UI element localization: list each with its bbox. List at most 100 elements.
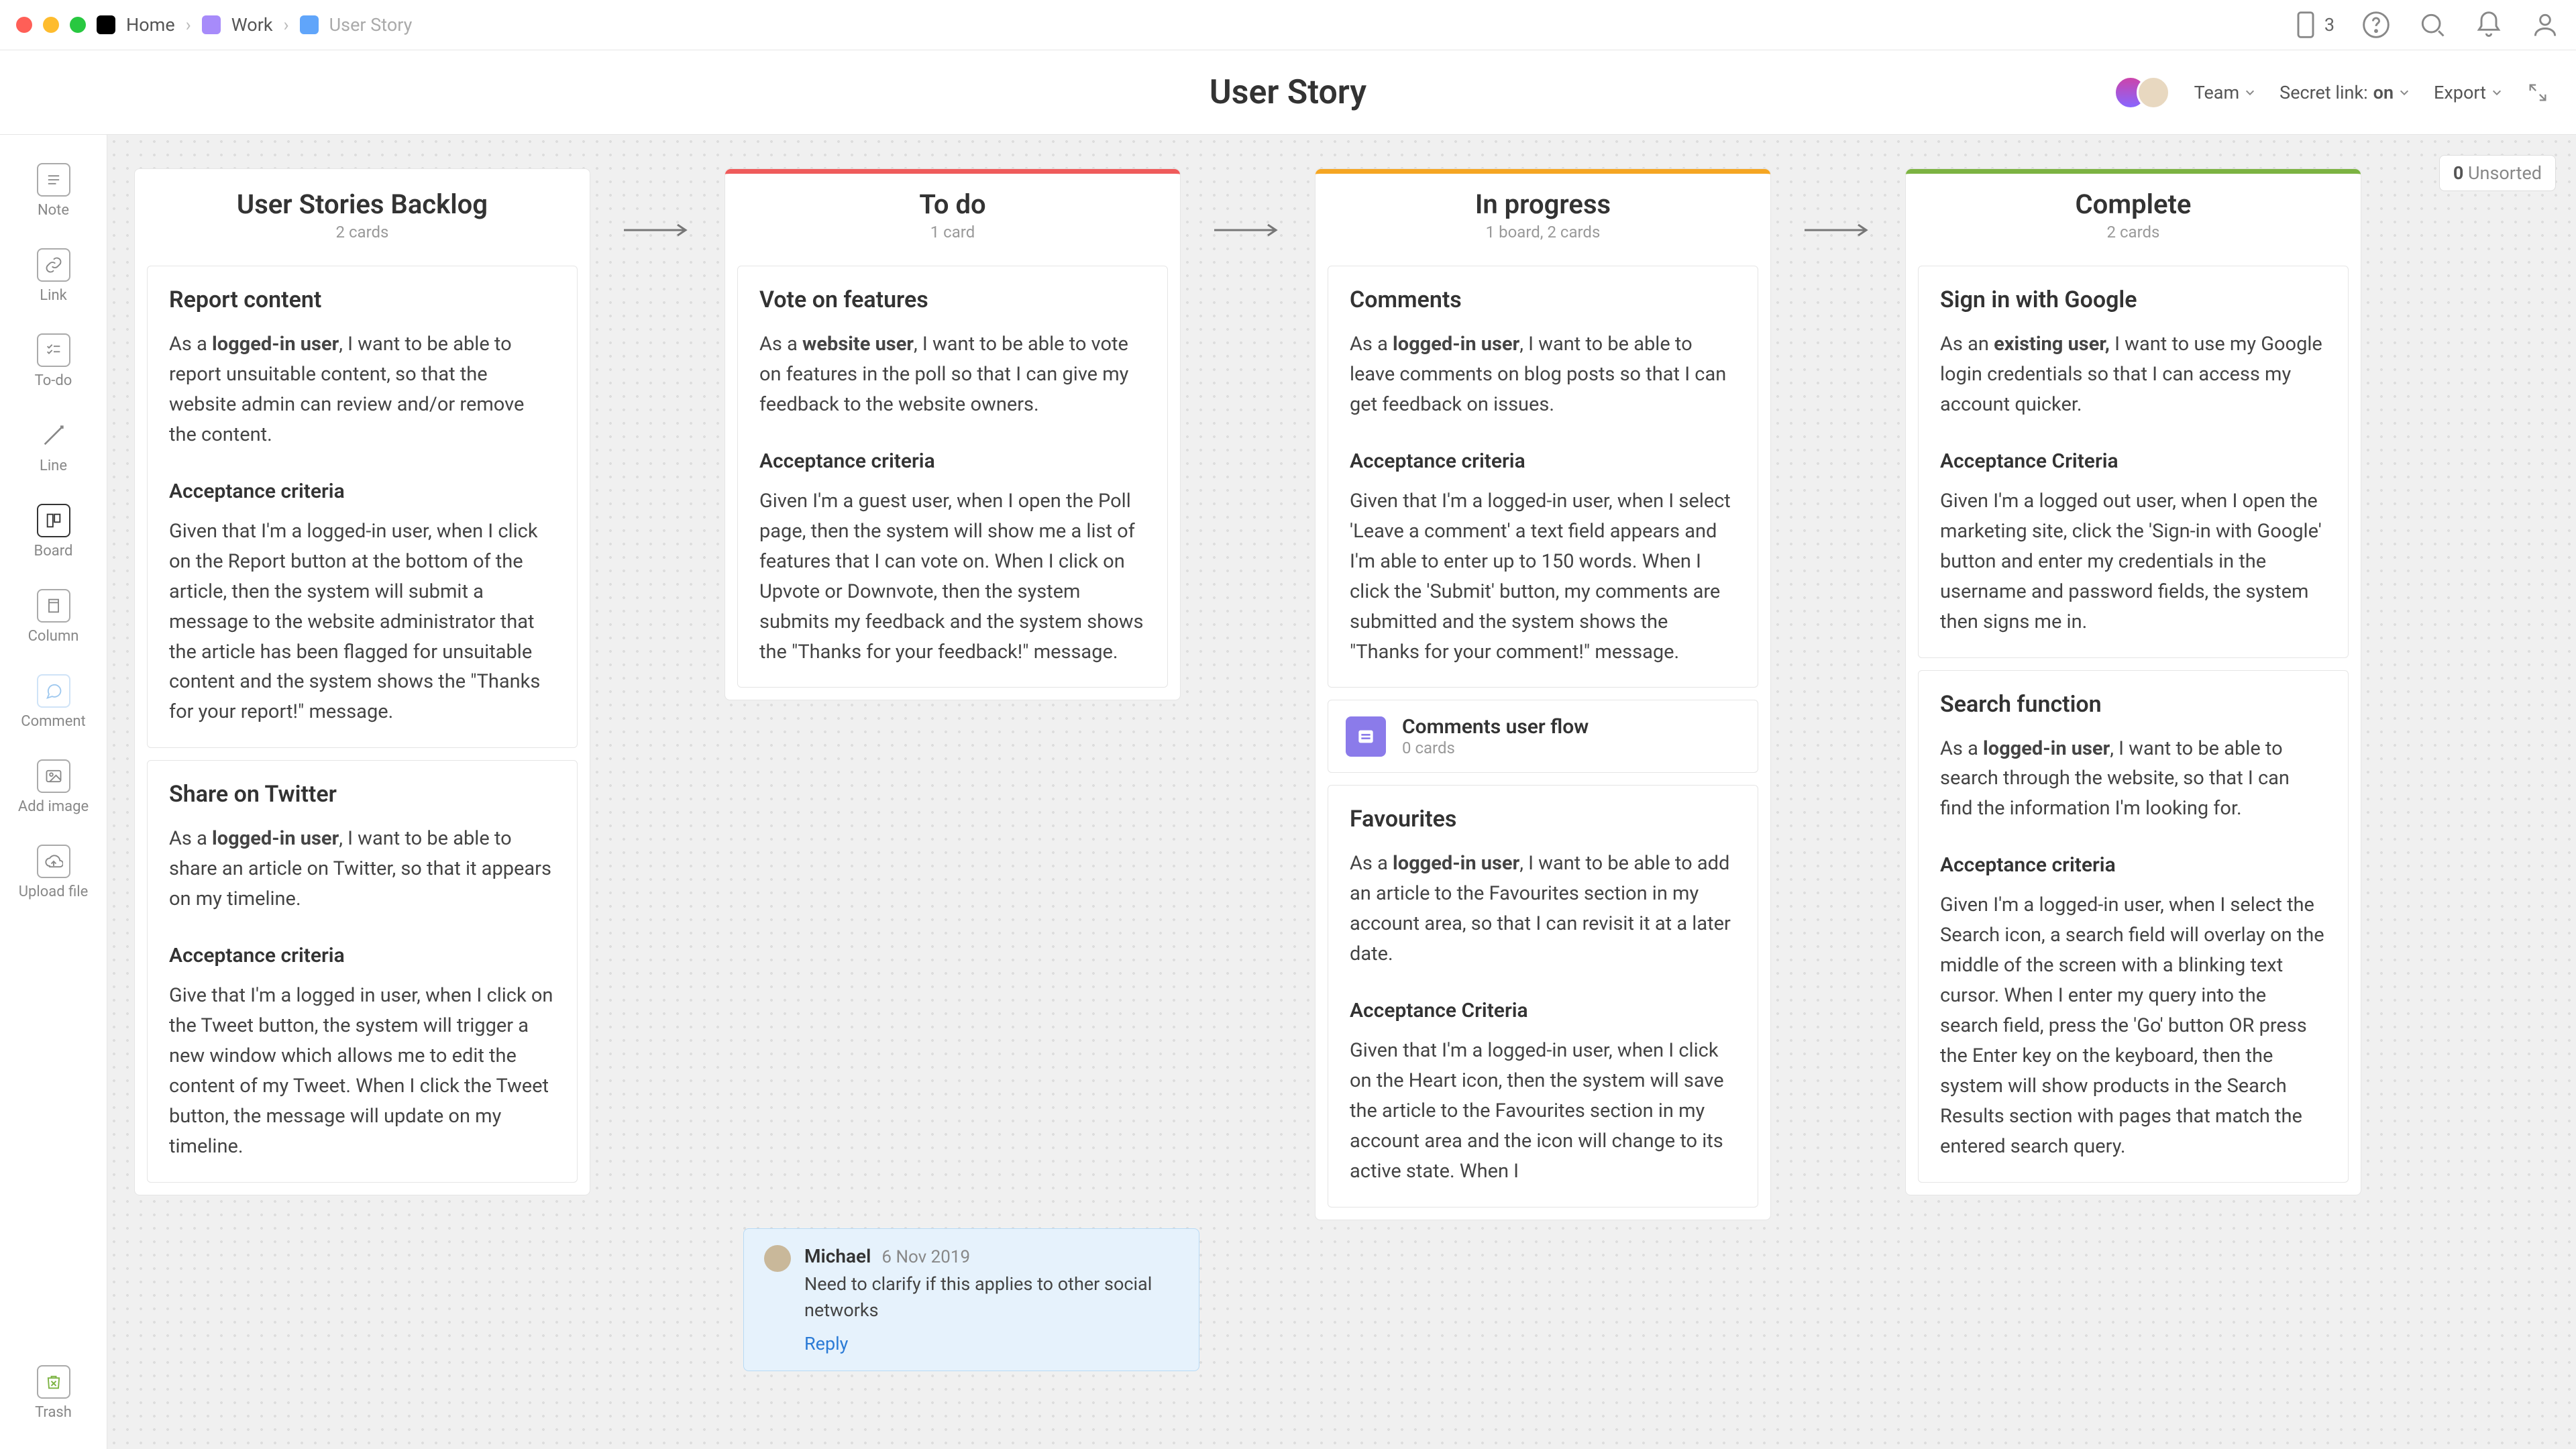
traffic-lights [16,17,86,33]
acceptance-text: Given I'm a logged out user, when I open… [1940,486,2326,637]
tool-board[interactable]: Board [0,496,107,568]
tool-label: Column [28,628,79,645]
tool-label: Upload file [19,883,89,900]
story-card[interactable]: CommentsAs a logged-in user, I want to b… [1328,266,1758,688]
crumb-current: User Story [329,14,413,36]
column-card-count: 1 card [725,223,1180,254]
tool-todo[interactable]: To-do [0,325,107,397]
search-icon[interactable] [2418,10,2447,40]
story-card[interactable]: Vote on featuresAs a website user, I wan… [737,266,1168,688]
devices-button[interactable]: 3 [2291,10,2334,40]
bell-icon[interactable] [2474,10,2504,40]
todo-icon [37,333,70,367]
tool-column[interactable]: Column [0,581,107,653]
secret-link-value: on [2373,82,2394,103]
story-card[interactable]: Share on Twitter As a logged-in user, I w… [147,760,578,1182]
unsorted-badge[interactable]: 0 Unsorted [2439,155,2556,191]
board-canvas[interactable]: 0 Unsorted User Stories Backlog2 cardsRe… [107,135,2576,1449]
nested-title: Comments user flow [1402,715,1589,739]
comment-text: Need to clarify if this applies to other… [804,1271,1179,1324]
minimize-window-icon[interactable] [43,17,59,33]
avatar [2137,76,2170,109]
help-icon[interactable] [2361,10,2391,40]
board-icon[interactable] [300,15,319,34]
column-title[interactable]: In progress [1316,174,1770,223]
team-dropdown[interactable]: Team [2194,82,2256,103]
comment-author: Michael [804,1245,871,1267]
board-column[interactable]: In progress1 board, 2 cardsCommentsAs a … [1315,168,1771,1220]
note-icon [37,163,70,197]
card-body: As an existing user, I want to use my Go… [1940,329,2326,420]
acceptance-heading: Acceptance criteria [169,480,555,503]
story-card[interactable]: Sign in with GoogleAs an existing user, … [1918,266,2349,658]
folder-icon[interactable] [202,15,221,34]
tool-trash[interactable]: Trash [0,1357,107,1429]
maximize-window-icon[interactable] [70,17,86,33]
page-header: User Story Team Secret link: on Export [0,50,2576,135]
tool-line[interactable]: Line [0,411,107,482]
crumb-work[interactable]: Work [231,14,273,36]
close-window-icon[interactable] [16,17,32,33]
card-title: Share on Twitter [169,781,555,808]
chevron-down-icon [2245,87,2255,98]
acceptance-heading: Acceptance criteria [1350,449,1736,473]
nested-sub: 0 cards [1402,739,1589,757]
toolbar-sidebar: Note Link To-do Line Board Column Commen… [0,135,107,1449]
tool-upload[interactable]: Upload file [0,837,107,908]
card-body: As a logged-in user, I want to be able t… [169,824,555,914]
card-title: Comments [1350,286,1736,313]
acceptance-heading: Acceptance criteria [169,944,555,967]
avatar [764,1245,791,1272]
acceptance-heading: Acceptance criteria [759,449,1146,473]
arrow-icon [1805,219,1872,241]
acceptance-text: Given that I'm a logged-in user, when I … [1350,486,1736,667]
card-body: As a logged-in user, I want to be able t… [1350,849,1736,969]
tool-add-image[interactable]: Add image [0,751,107,823]
arrow-icon [624,219,691,241]
card-title: Report content [169,286,555,313]
arrow-icon [1214,219,1281,241]
reply-button[interactable]: Reply [804,1333,848,1354]
tool-label: Note [38,202,69,219]
column-title[interactable]: Complete [1906,174,2361,223]
column-card-count: 2 cards [135,223,590,254]
column-icon [37,589,70,623]
acceptance-heading: Acceptance criteria [1940,853,2326,877]
breadcrumb: Home › Work › User Story [97,14,412,36]
acceptance-heading: Acceptance Criteria [1940,449,2326,473]
tool-comment[interactable]: Comment [0,666,107,738]
column-card-count: 2 cards [1906,223,2361,254]
trash-icon [37,1365,70,1399]
story-card[interactable]: Report contentAs a logged-in user, I wan… [147,266,578,748]
story-card[interactable]: Search functionAs a logged-in user, I wa… [1918,670,2349,1183]
board-icon [1346,716,1386,757]
user-icon[interactable] [2530,10,2560,40]
tool-link[interactable]: Link [0,240,107,312]
export-dropdown[interactable]: Export [2434,82,2502,103]
tool-label: Add image [18,798,89,815]
chevron-right-icon: › [186,14,191,36]
acceptance-text: Given that I'm a logged-in user, when I … [1350,1036,1736,1187]
column-title[interactable]: To do [725,174,1180,223]
secret-link-dropdown[interactable]: Secret link: on [2279,82,2410,103]
tool-label: Line [40,458,67,474]
board-column[interactable]: User Stories Backlog2 cards Report conten… [134,168,590,1195]
board-column[interactable]: To do1 card Vote on featuresAs a website … [724,168,1181,700]
tool-note[interactable]: Note [0,155,107,227]
nested-board-card[interactable]: Comments user flow0 cards [1328,700,1758,773]
tool-label: Link [40,287,67,304]
unsorted-label: Unsorted [2468,162,2542,184]
home-icon[interactable] [97,15,115,34]
board-column[interactable]: Complete2 cards Sign in with GoogleAs an … [1905,168,2361,1195]
crumb-home[interactable]: Home [126,14,175,36]
column-title[interactable]: User Stories Backlog [135,174,590,223]
collaborator-avatars[interactable] [2114,76,2170,109]
export-label: Export [2434,82,2486,103]
expand-icon[interactable] [2526,81,2549,104]
comment-bubble[interactable]: Michael6 Nov 2019Need to clarify if this… [743,1228,1199,1371]
device-icon [2291,10,2320,40]
acceptance-text: Given that I'm a logged-in user, when I … [169,517,555,728]
device-count: 3 [2324,14,2334,36]
tool-label: Comment [21,713,85,730]
story-card[interactable]: FavouritesAs a logged-in user, I want to… [1328,785,1758,1207]
